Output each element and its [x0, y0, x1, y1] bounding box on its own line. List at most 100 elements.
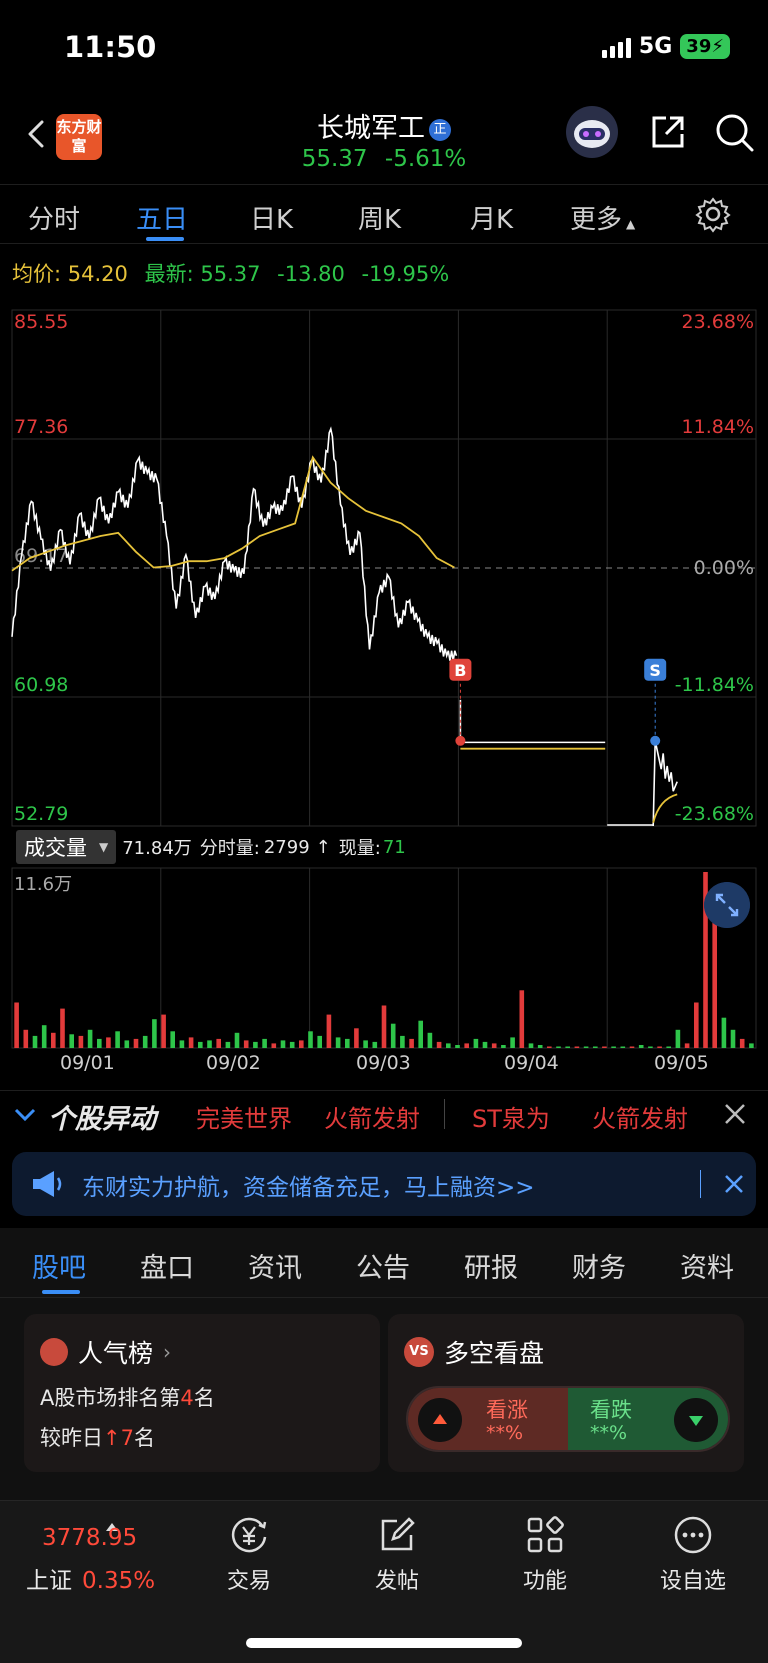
- volume-bar: [482, 1041, 488, 1048]
- volume-bar: [620, 1046, 626, 1048]
- price-line: [11, 426, 458, 661]
- volume-bar: [289, 1041, 295, 1048]
- minute-volume-value: 2799: [263, 836, 310, 858]
- volume-indicator-select[interactable]: 成交量 ▼: [16, 830, 117, 864]
- date-label: 09/01: [60, 1052, 115, 1074]
- index-value: 3778.95: [42, 1525, 138, 1551]
- nav-functions[interactable]: 功能: [490, 1513, 600, 1595]
- date-label: 09/03: [356, 1052, 411, 1074]
- volume-bar: [556, 1046, 561, 1048]
- rank-suffix: 名: [193, 1386, 215, 1410]
- nav-trade-label: 交易: [226, 1569, 271, 1594]
- volume-bar: [262, 1038, 267, 1048]
- tab-daily-k[interactable]: 日K: [250, 199, 293, 236]
- minute-volume-label: 分时量:: [199, 838, 260, 859]
- nav-functions-label: 功能: [522, 1569, 567, 1594]
- volume-bar: [317, 1035, 322, 1048]
- current-volume-label: 现量:: [338, 838, 381, 859]
- five-day-price-chart[interactable]: 85.5577.3669.1760.9852.7923.68%11.84%0.0…: [0, 296, 768, 830]
- volume-bar: [730, 1029, 736, 1048]
- volume-bar: [418, 1020, 423, 1048]
- mover-item[interactable]: ST泉为: [472, 1099, 550, 1134]
- nav-post[interactable]: 发帖: [342, 1513, 452, 1595]
- gear-icon[interactable]: [694, 195, 732, 233]
- date-axis: 09/01 09/02 09/03 09/04 09/05: [0, 1052, 768, 1076]
- tab-guba[interactable]: 股吧: [32, 1246, 86, 1285]
- tab-more[interactable]: 更多 ▲: [570, 199, 635, 236]
- network-type: 5G: [638, 34, 673, 59]
- stock-price: 55.37: [301, 146, 368, 172]
- expand-icon[interactable]: [704, 882, 750, 928]
- tab-more-label: 更多: [570, 205, 623, 235]
- tab-finance[interactable]: 财务: [572, 1246, 626, 1285]
- volume-bar: [225, 1041, 231, 1048]
- triangle-up-icon: [418, 1398, 462, 1442]
- share-icon[interactable]: [646, 110, 690, 154]
- volume-bar: [142, 1035, 148, 1048]
- avg-line-day5: [652, 793, 678, 823]
- volume-bar: [60, 1008, 65, 1048]
- tab-weekly-k[interactable]: 周K: [358, 199, 401, 236]
- tab-profile[interactable]: 资料: [680, 1246, 734, 1285]
- tab-monthly-k[interactable]: 月K: [470, 199, 513, 236]
- volume-bar: [593, 1046, 598, 1048]
- chevron-down-icon[interactable]: [10, 1099, 40, 1129]
- tab-news[interactable]: 资讯: [248, 1246, 302, 1285]
- volume-bar: [749, 1043, 754, 1048]
- volume-bar: [721, 1017, 727, 1048]
- volume-bar: [179, 1040, 185, 1048]
- rank-value: 4: [180, 1386, 194, 1410]
- mover-item[interactable]: 火箭发射: [324, 1099, 420, 1134]
- volume-bar: [152, 1019, 157, 1048]
- marker-label: B: [454, 661, 466, 680]
- change-value: -13.80: [277, 262, 345, 286]
- volume-select-label: 成交量: [24, 836, 87, 860]
- volume-bar: [510, 1037, 515, 1048]
- y-tick-left: 85.55: [14, 311, 68, 333]
- marker-label: S: [649, 661, 661, 680]
- volume-bar: [32, 1035, 38, 1048]
- close-icon[interactable]: [720, 1099, 750, 1129]
- y-tick-right: -11.84%: [675, 674, 754, 696]
- vote-bull-button[interactable]: 看涨 **%: [408, 1388, 568, 1450]
- volume-bar: [400, 1035, 405, 1048]
- vote-bear-button[interactable]: 看跌 **%: [568, 1388, 728, 1450]
- y-tick-left: 77.36: [14, 416, 68, 438]
- volume-bar: [124, 1040, 130, 1048]
- volume-bar: [638, 1045, 644, 1048]
- tab-five-day[interactable]: 五日: [136, 199, 188, 236]
- sentiment-card: VS 多空看盘 看涨 **% 看跌 **%: [388, 1314, 744, 1472]
- volume-chart[interactable]: [0, 864, 768, 1050]
- nav-trade[interactable]: 交易: [194, 1513, 304, 1595]
- mover-item[interactable]: 完美世界: [196, 1099, 292, 1134]
- mover-item[interactable]: 火箭发射: [592, 1099, 688, 1134]
- tab-intraday[interactable]: 分时: [28, 199, 80, 236]
- change-suffix: 名: [133, 1426, 155, 1450]
- volume-bar: [427, 1032, 433, 1048]
- tab-announcements[interactable]: 公告: [356, 1246, 410, 1285]
- close-icon[interactable]: [720, 1170, 748, 1198]
- volume-bar: [409, 1038, 414, 1048]
- status-bar: 11:50 5G 39⚡: [0, 0, 768, 96]
- popularity-card[interactable]: 人气榜 › A股市场排名第4名 较昨日↑7名: [24, 1314, 380, 1472]
- popularity-title: 人气榜: [78, 1339, 154, 1368]
- volume-bar: [69, 1034, 74, 1048]
- stock-name: 长城军工: [317, 113, 425, 144]
- bull-label: 看涨: [486, 1398, 528, 1422]
- tab-pankou[interactable]: 盘口: [140, 1246, 194, 1285]
- volume-bar: [657, 1046, 662, 1048]
- ranking-icon: [40, 1338, 68, 1366]
- financing-banner[interactable]: 东财实力护航，资金储备充足，马上融资>>: [12, 1152, 756, 1216]
- change-prefix: 较昨日: [40, 1426, 103, 1450]
- volume-total: 71.84万: [122, 838, 192, 859]
- vs-icon: VS: [404, 1337, 434, 1367]
- tab-research[interactable]: 研报: [464, 1246, 518, 1285]
- robot-assistant-icon[interactable]: [564, 104, 620, 160]
- volume-bar: [308, 1031, 313, 1048]
- index-change-pct: 0.35%: [82, 1568, 156, 1594]
- arrow-up-icon: ↑: [103, 1426, 121, 1450]
- sentiment-vote: 看涨 **% 看跌 **%: [406, 1386, 730, 1452]
- y-tick-left: 52.79: [14, 803, 68, 825]
- search-icon[interactable]: [712, 110, 756, 154]
- nav-add-watchlist[interactable]: 设自选: [638, 1513, 748, 1595]
